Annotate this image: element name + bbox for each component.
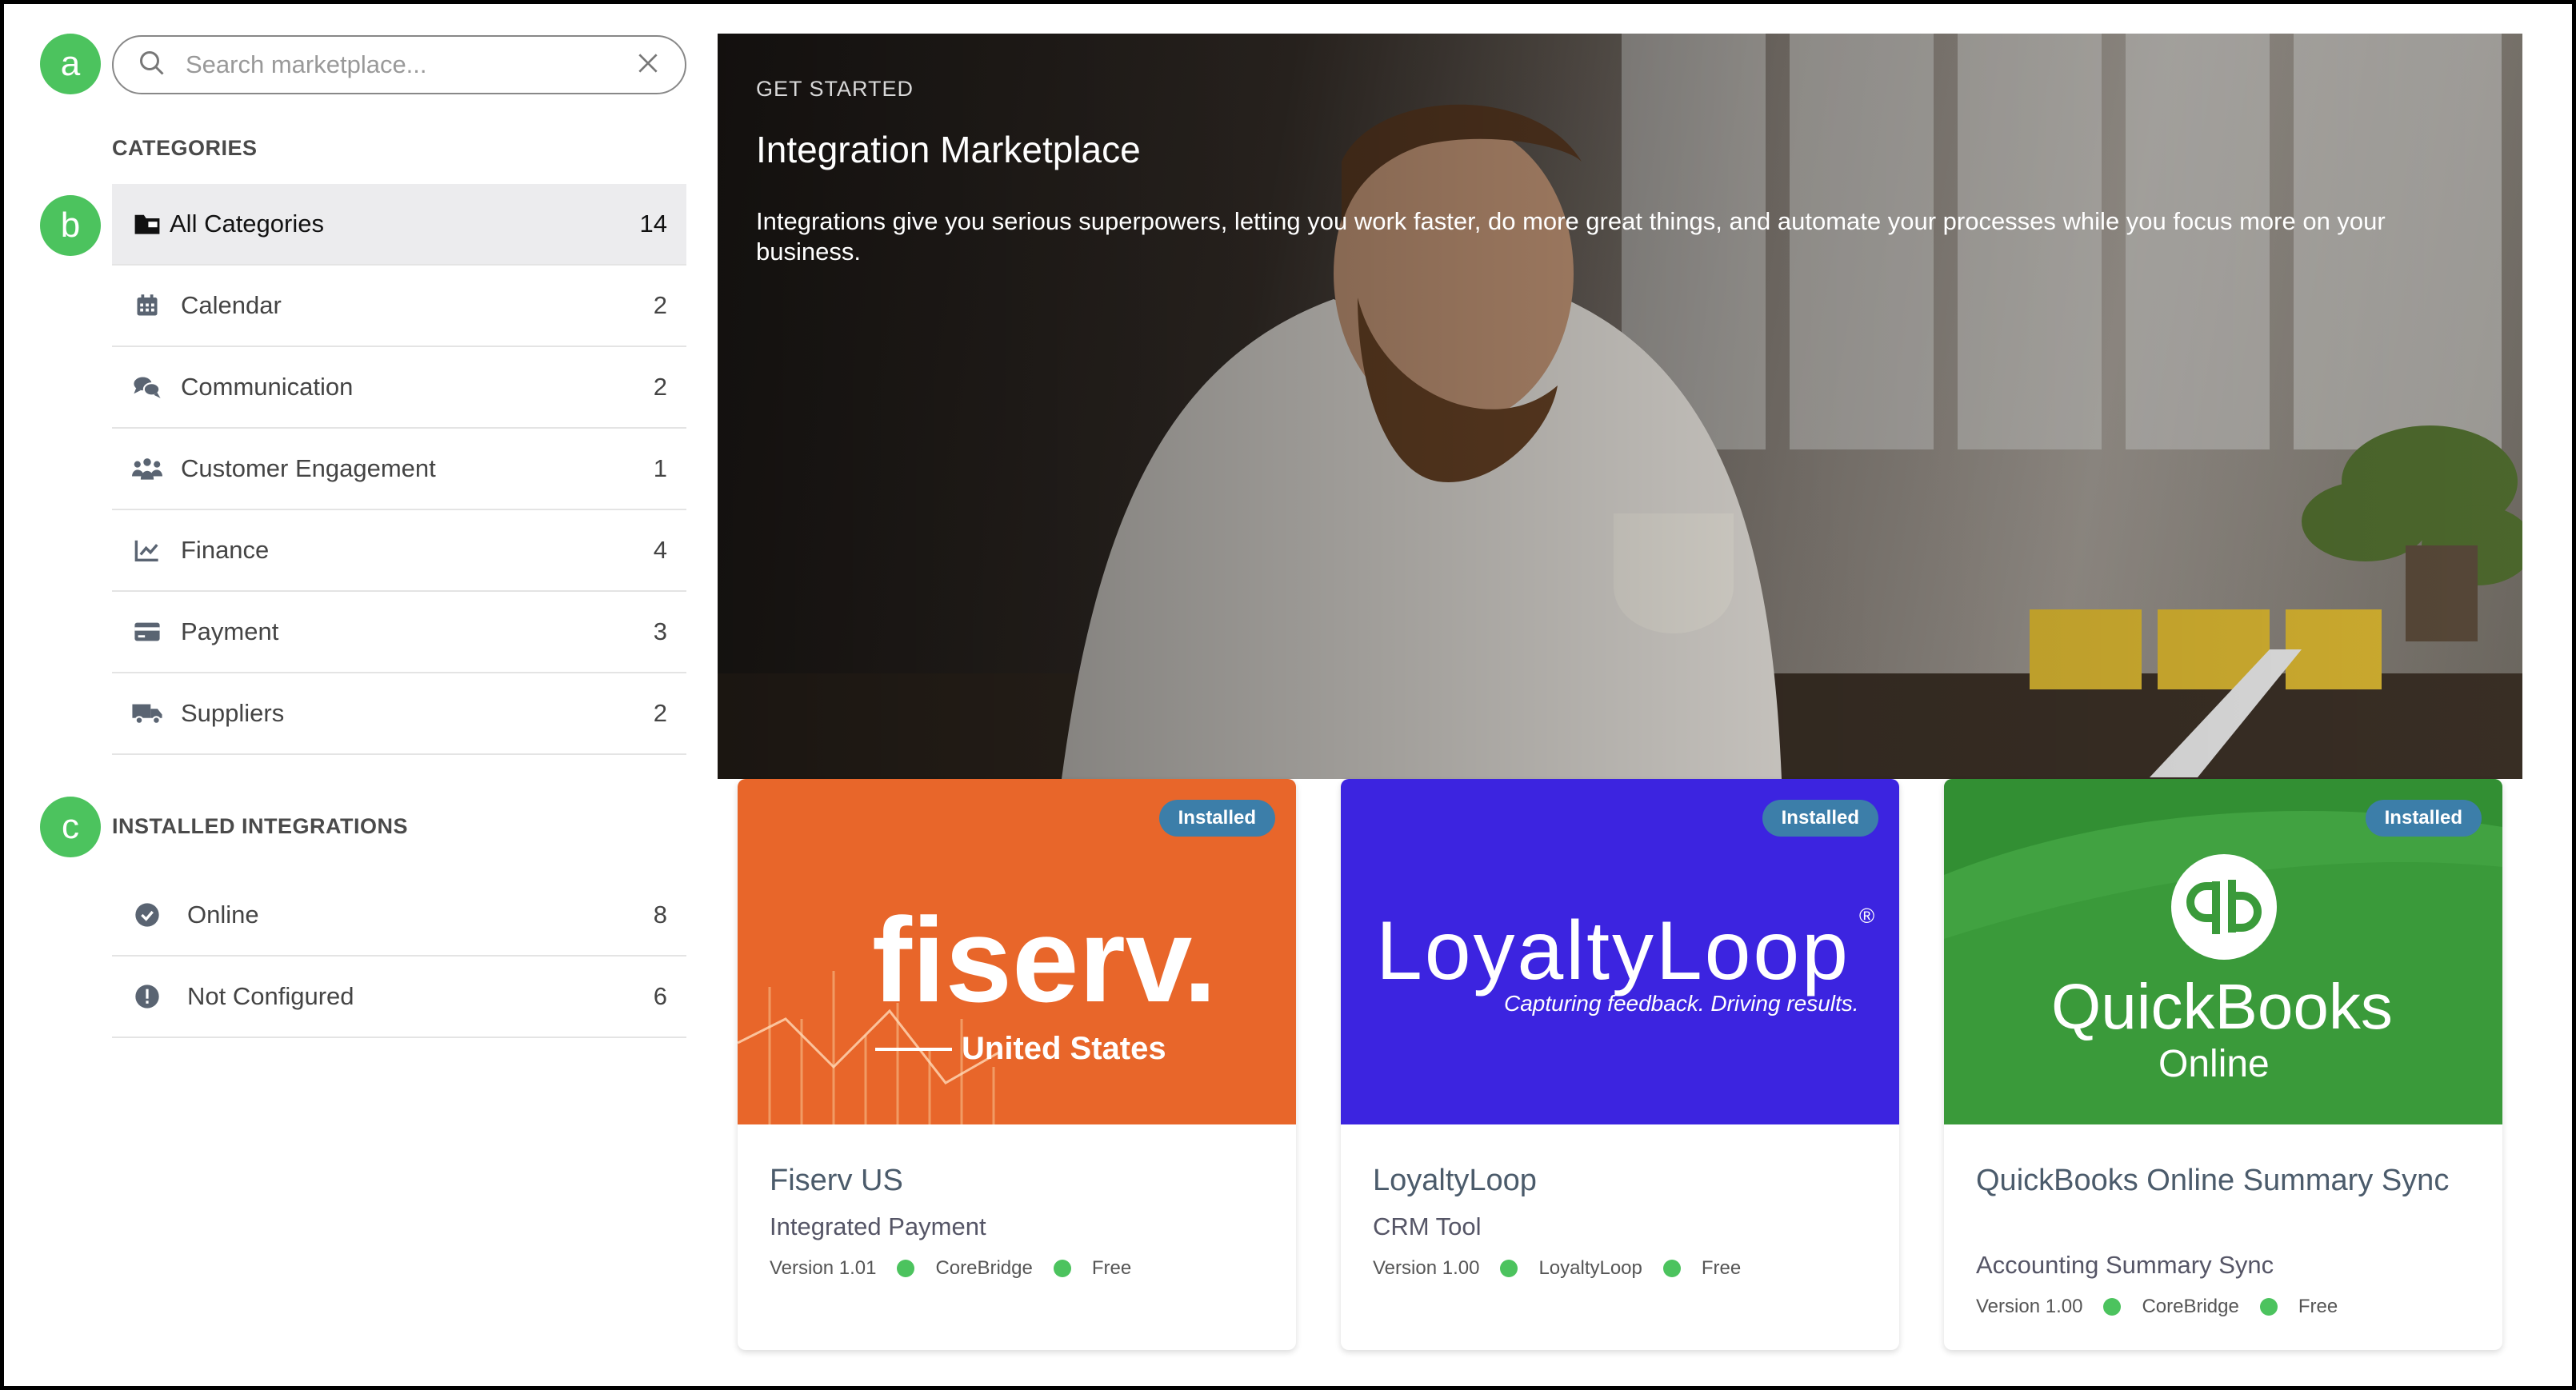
category-item-communication[interactable]: Communication 2 — [112, 347, 686, 429]
category-label: Suppliers — [181, 699, 285, 727]
logo-subtext: Capturing feedback. Driving results. — [1504, 991, 1859, 1016]
category-item-payment[interactable]: Payment 3 — [112, 592, 686, 673]
installed-label: Not Configured — [187, 982, 354, 1010]
status-dot — [2259, 1298, 2278, 1316]
category-label: Customer Engagement — [181, 454, 436, 482]
callout-marker-a: a — [40, 34, 101, 94]
logo-text: fiserv. — [872, 893, 1217, 1027]
installed-count: 6 — [653, 982, 667, 1010]
status-dot — [2103, 1298, 2122, 1316]
installed-badge: Installed — [1762, 800, 1878, 837]
category-item-customer-engagement[interactable]: Customer Engagement 1 — [112, 429, 686, 510]
category-count: 2 — [653, 291, 667, 319]
callout-marker-b: b — [40, 195, 101, 256]
card-subtitle: Integrated Payment — [770, 1212, 986, 1240]
card-price: Free — [1091, 1257, 1132, 1279]
logo-text: QuickBooks — [2051, 971, 2393, 1042]
users-icon — [131, 453, 163, 485]
integration-card-quickbooks[interactable]: QuickBooks Online Installed QuickBooks O… — [1944, 779, 2502, 1350]
close-icon[interactable] — [635, 50, 661, 80]
card-version: Version 1.00 — [1373, 1257, 1480, 1279]
installed-count: 8 — [653, 901, 667, 929]
logo-subtext: Online — [2158, 1043, 2270, 1085]
installed-integrations-heading: INSTALLED INTEGRATIONS — [112, 814, 408, 838]
chart-line-icon — [131, 534, 163, 566]
card-meta: Version 1.01 CoreBridge Free — [770, 1257, 1131, 1280]
installed-item-not-configured[interactable]: Not Configured 6 — [112, 957, 686, 1038]
card-title: QuickBooks Online Summary Sync — [1976, 1164, 2450, 1197]
category-count: 14 — [639, 210, 667, 238]
card-vendor: CoreBridge — [2142, 1296, 2239, 1317]
hero-kicker: GET STARTED — [756, 77, 914, 101]
card-vendor: LoyaltyLoop — [1538, 1257, 1642, 1279]
logo-text: LoyaltyLoop — [1376, 905, 1848, 997]
category-count: 1 — [653, 454, 667, 482]
hero-title: Integration Marketplace — [756, 129, 1141, 170]
status-dot — [897, 1260, 915, 1277]
calendar-icon — [131, 290, 163, 322]
category-label: Communication — [181, 373, 354, 401]
alert-circle-icon — [131, 981, 163, 1013]
card-title: Fiserv US — [770, 1164, 903, 1197]
check-circle-icon — [131, 899, 163, 931]
categories-heading: CATEGORIES — [112, 136, 258, 160]
card-version: Version 1.01 — [770, 1257, 877, 1279]
hero-description: Integrations give you serious superpower… — [756, 207, 2386, 266]
category-count: 3 — [653, 617, 667, 645]
credit-card-icon — [131, 616, 163, 648]
installed-label: Online — [187, 901, 259, 929]
category-item-suppliers[interactable]: Suppliers 2 — [112, 673, 686, 755]
svg-text:®: ® — [1859, 904, 1874, 928]
category-item-calendar[interactable]: Calendar 2 — [112, 266, 686, 347]
status-dot — [1500, 1260, 1518, 1277]
search-input[interactable] — [186, 50, 635, 79]
search-box[interactable] — [112, 35, 686, 94]
category-label: Finance — [181, 536, 270, 564]
category-item-finance[interactable]: Finance 4 — [112, 510, 686, 592]
card-meta: Version 1.00 LoyaltyLoop Free — [1373, 1257, 1741, 1280]
card-price: Free — [2298, 1296, 2338, 1317]
integration-card-fiserv[interactable]: fiserv. United States Installed Fiserv U… — [738, 779, 1296, 1350]
status-dot — [1662, 1260, 1681, 1277]
hero-banner: GET STARTED Integration Marketplace Inte… — [718, 34, 2522, 779]
search-icon — [138, 49, 166, 82]
card-subtitle: CRM Tool — [1373, 1212, 1482, 1240]
chat-icon — [131, 371, 163, 403]
integration-card-loyaltyloop[interactable]: LoyaltyLoop ® Capturing feedback. Drivin… — [1341, 779, 1899, 1350]
card-version: Version 1.00 — [1976, 1296, 2083, 1317]
category-list: All Categories 14 Calendar 2 Communicati… — [112, 184, 686, 755]
card-title: LoyaltyLoop — [1373, 1164, 1537, 1197]
installed-list: Online 8 Not Configured 6 — [112, 875, 686, 1038]
card-subtitle: Accounting Summary Sync — [1976, 1251, 2274, 1279]
callout-marker-c: c — [40, 797, 101, 857]
card-meta: Version 1.00 CoreBridge Free — [1976, 1296, 2338, 1318]
status-dot — [1053, 1260, 1071, 1277]
category-count: 2 — [653, 373, 667, 401]
installed-badge: Installed — [2365, 800, 2482, 837]
logo-subtext: United States — [962, 1031, 1166, 1066]
category-label: Payment — [181, 617, 279, 645]
category-count: 2 — [653, 699, 667, 727]
category-count: 4 — [653, 536, 667, 564]
card-vendor: CoreBridge — [935, 1257, 1033, 1279]
card-price: Free — [1701, 1257, 1742, 1279]
category-label: All Categories — [170, 210, 324, 238]
category-item-all[interactable]: All Categories 14 — [112, 184, 686, 266]
category-label: Calendar — [181, 291, 282, 319]
truck-icon — [131, 697, 163, 729]
installed-item-online[interactable]: Online 8 — [112, 875, 686, 957]
folder-icon — [131, 208, 163, 240]
installed-badge: Installed — [1158, 800, 1275, 837]
